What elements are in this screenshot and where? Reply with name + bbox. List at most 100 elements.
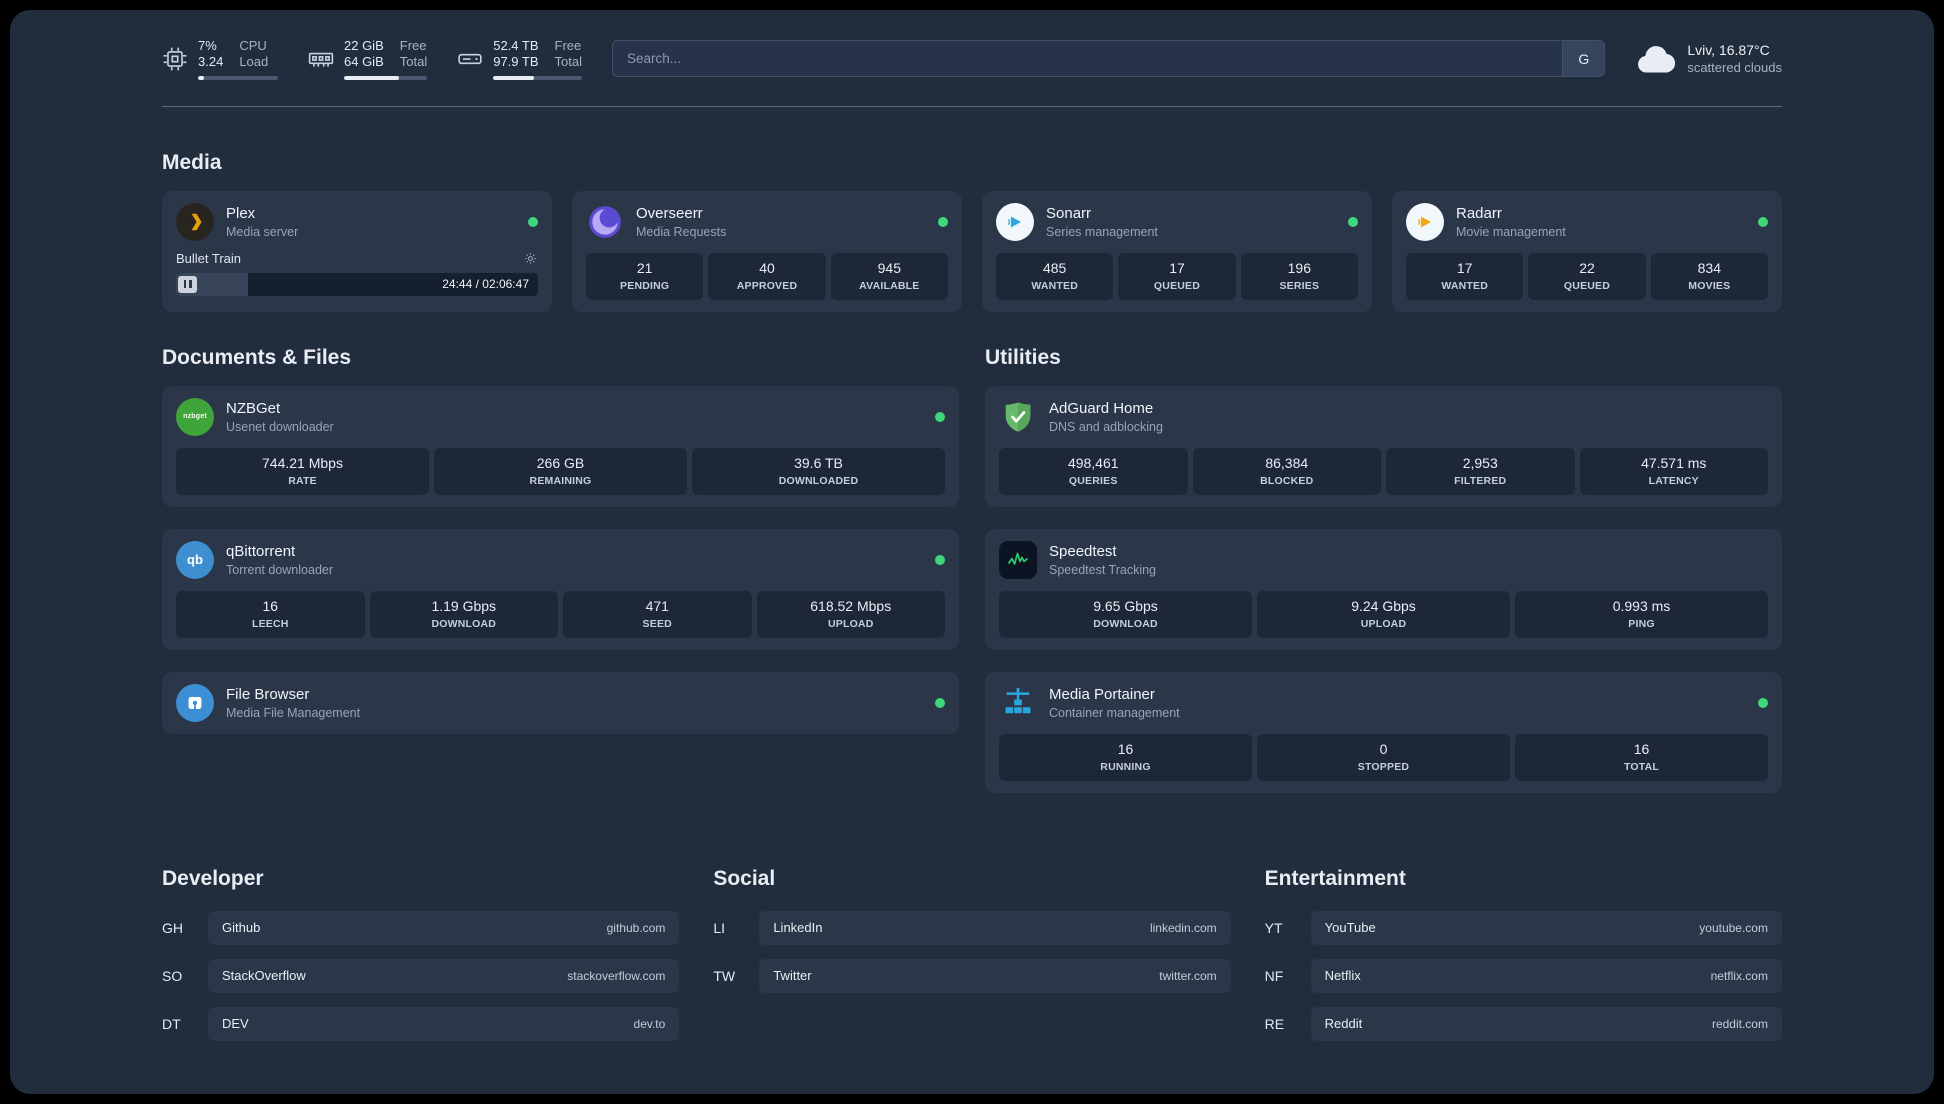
stat-value: 21 (636, 259, 653, 276)
filebrowser-icon (176, 683, 214, 722)
stat-download: 1.19 Gbps DOWNLOAD (369, 590, 558, 638)
stat-label: TOTAL (1623, 760, 1660, 773)
stat-label: SERIES (1279, 279, 1320, 292)
stat-label: REMAINING (529, 474, 592, 487)
memory-usage-fill (344, 75, 399, 80)
stat-leech: 16 LEECH (176, 590, 365, 638)
stat-ping: 0.993 ms PING (1515, 590, 1768, 638)
gear-icon[interactable] (523, 251, 538, 266)
disk-total-value: 97.9 TB (493, 54, 539, 70)
memory-total-value: 64 GiB (344, 54, 384, 70)
service-name: Speedtest (1049, 542, 1117, 560)
portainer-crane-icon (999, 684, 1037, 722)
service-name: File Browser (226, 685, 310, 703)
stat-value: 834 (1697, 259, 1721, 276)
service-name: Media Portainer (1049, 685, 1155, 703)
search-bar[interactable]: G (611, 40, 1606, 78)
stat-downloaded: 39.6 TB DOWNLOADED (692, 447, 945, 495)
section-title-documents: Documents & Files (162, 345, 352, 369)
cpu-label: CPU (239, 38, 267, 53)
bookmark-linkedin[interactable]: LinkedIn linkedin.com (759, 910, 1231, 945)
bookmark-row: LI LinkedIn linkedin.com (713, 910, 1231, 945)
stat-value: 47.571 ms (1641, 454, 1707, 471)
bookmark-stackoverflow[interactable]: StackOverflow stackoverflow.com (208, 958, 680, 993)
bookmark-abbr: SO (162, 967, 183, 984)
status-dot (935, 697, 945, 708)
bookmark-reddit[interactable]: Reddit reddit.com (1310, 1006, 1782, 1041)
service-name: Sonarr (1046, 204, 1092, 222)
bookmark-name: Netflix (1324, 968, 1361, 983)
playback-progress-bar[interactable]: 24:44 / 02:06:47 (176, 272, 538, 296)
adguard-card[interactable]: AdGuard Home DNS and adblocking 498,461 … (985, 385, 1782, 507)
bookmark-abbr: LI (713, 919, 726, 936)
weather-condition: scattered clouds (1687, 60, 1782, 76)
stat-wanted: 485 WANTED (996, 252, 1114, 300)
stat-upload: 618.52 Mbps UPLOAD (756, 590, 945, 638)
nzbget-card[interactable]: nzbget NZBGet Usenet downloader 744.21 M… (162, 385, 959, 507)
weather-widget: Lviv, 16.87°C scattered clouds (1635, 42, 1782, 75)
stat-filtered: 2,953 FILTERED (1386, 447, 1575, 495)
service-subtitle: Series management (1046, 224, 1158, 239)
bookmarks: Developer GH Github github.com SO StackO… (162, 867, 1782, 1055)
topbar-divider (162, 105, 1782, 107)
overseerr-card[interactable]: Overseerr Media Requests 21 PENDING 40 A… (572, 190, 962, 312)
pause-icon[interactable] (178, 275, 197, 293)
stat-value: 16 (1117, 740, 1134, 757)
bookmark-youtube[interactable]: YouTube youtube.com (1310, 910, 1782, 945)
stat-label: PING (1628, 617, 1655, 630)
plex-card[interactable]: Plex Media server Bullet Train 24:44 / 0… (162, 190, 552, 312)
bookmark-abbr: GH (162, 919, 183, 936)
stat-value: 40 (759, 259, 775, 276)
stat-label: BLOCKED (1260, 474, 1314, 487)
playback-time: 24:44 / 02:06:47 (442, 277, 529, 291)
stat-label: MOVIES (1688, 279, 1731, 292)
speedtest-card[interactable]: Speedtest Speedtest Tracking 9.65 Gbps D… (985, 528, 1782, 650)
disk-free-value: 52.4 TB (493, 38, 539, 53)
stat-label: QUERIES (1068, 474, 1118, 487)
sonarr-card[interactable]: Sonarr Series management 485 WANTED 17 Q… (982, 190, 1372, 312)
bookmark-url: netflix.com (1710, 968, 1768, 983)
bookmark-row: RE Reddit reddit.com (1265, 1006, 1782, 1041)
stat-movies: 834 MOVIES (1650, 252, 1768, 300)
bookmark-row: DT DEV dev.to (162, 1006, 680, 1041)
stat-value: 9.65 Gbps (1093, 597, 1158, 614)
service-subtitle: Usenet downloader (226, 419, 334, 434)
bookmark-netflix[interactable]: Netflix netflix.com (1310, 958, 1782, 993)
speedtest-icon (999, 540, 1037, 579)
stat-seed: 471 SEED (563, 590, 752, 638)
radarr-card[interactable]: Radarr Movie management 17 WANTED 22 QUE… (1392, 190, 1782, 312)
service-subtitle: Torrent downloader (226, 562, 334, 577)
bookmark-dev[interactable]: DEV dev.to (208, 1006, 680, 1041)
bookmark-abbr: TW (713, 967, 736, 984)
stat-download: 9.65 Gbps DOWNLOAD (999, 590, 1252, 638)
search-input[interactable] (612, 41, 1563, 77)
bookmark-url: youtube.com (1699, 920, 1768, 935)
stat-value: 16 (262, 597, 279, 614)
bookmark-github[interactable]: Github github.com (208, 910, 680, 945)
search-provider-button[interactable]: G (1562, 41, 1605, 77)
stat-value: 86,384 (1265, 454, 1309, 471)
qbittorrent-card[interactable]: qb qBittorrent Torrent downloader 16 LEE… (162, 528, 959, 650)
bookmark-url: dev.to (633, 1016, 666, 1031)
stat-label: AVAILABLE (859, 279, 920, 292)
stat-value: 945 (877, 259, 901, 276)
bookmark-twitter[interactable]: Twitter twitter.com (759, 958, 1231, 993)
stat-value: 0.993 ms (1612, 597, 1671, 614)
status-dot (935, 554, 945, 565)
dashboard-page: 7% 3.24 CPU Load 22 GiB 64 GiB Free Tota… (10, 10, 1934, 1094)
disk-readout: 52.4 TB 97.9 TB Free Total (493, 38, 582, 80)
sonarr-icon (996, 202, 1034, 241)
stat-value: 22 (1579, 259, 1595, 276)
memory-usage-bar (344, 75, 428, 80)
disk-free-label: Free (554, 38, 582, 53)
disk-usage-fill (493, 75, 535, 80)
filebrowser-card[interactable]: File Browser Media File Management (162, 671, 959, 734)
stat-label: APPROVED (736, 279, 798, 292)
stat-available: 945 AVAILABLE (830, 252, 948, 300)
memory-readout: 22 GiB 64 GiB Free Total (344, 38, 428, 80)
stat-label: QUEUED (1563, 279, 1611, 292)
portainer-card[interactable]: Media Portainer Container management 16 … (985, 671, 1782, 793)
section-title-utilities: Utilities (985, 345, 1061, 369)
cpu-widget: 7% 3.24 CPU Load (162, 38, 278, 80)
stat-approved: 40 APPROVED (708, 252, 826, 300)
